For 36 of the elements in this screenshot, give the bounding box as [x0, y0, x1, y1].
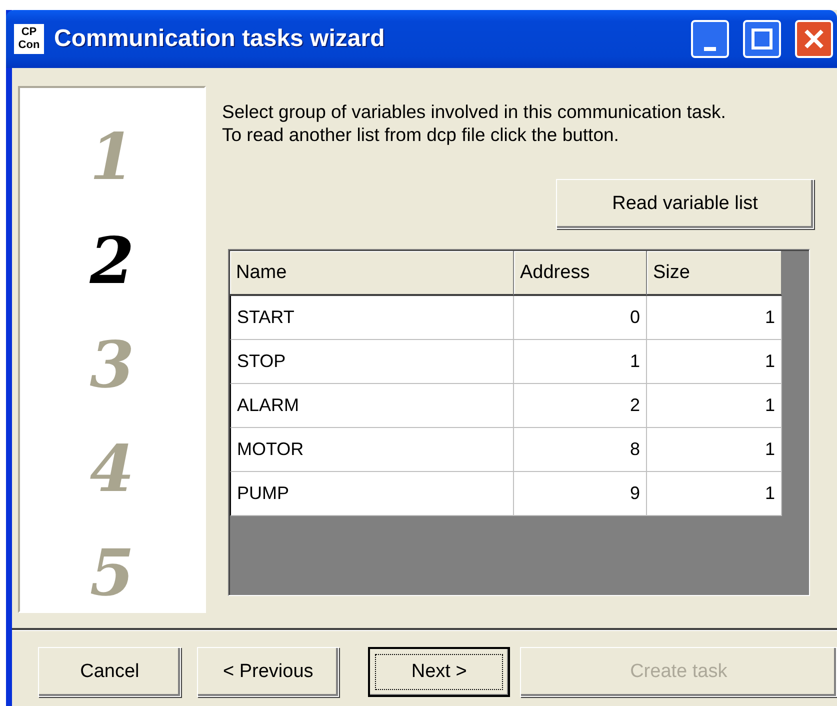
instructions-text: Select group of variables involved in this communication task. To read another list from dcp file click the button. [222, 100, 727, 146]
table-cell: 9 [514, 472, 647, 516]
step-number: 3 [90, 327, 134, 405]
table-cell: 1 [514, 340, 647, 384]
table-cell: 1 [647, 384, 782, 428]
step-number: 5 [90, 535, 134, 613]
step-number: 4 [90, 431, 134, 509]
table-cell: 1 [647, 472, 782, 516]
table-cell: 2 [514, 384, 647, 428]
column-header[interactable]: Name [230, 251, 514, 296]
column-header[interactable]: Size [647, 251, 782, 296]
table-cell: ALARM [230, 384, 514, 428]
step-number: 2 [90, 223, 134, 301]
column-header[interactable]: Address [514, 251, 647, 296]
close-button[interactable] [795, 20, 833, 58]
maximize-button[interactable] [743, 20, 781, 58]
table-cell: 8 [514, 428, 647, 472]
wizard-button[interactable]: Next > [368, 647, 510, 697]
minimize-icon [704, 47, 716, 51]
table-cell: STOP [230, 340, 514, 384]
maximize-icon [751, 28, 773, 50]
wizard-button[interactable]: Cancel [38, 647, 182, 697]
table-cell: 1 [647, 296, 782, 340]
table-cell: 1 [647, 340, 782, 384]
window-title: Communication tasks wizard [54, 25, 386, 53]
table-cell: 1 [647, 428, 782, 472]
table-cell: START [230, 296, 514, 340]
step-number: 1 [90, 119, 134, 197]
read-variable-list-button[interactable]: Read variable list [556, 179, 814, 229]
minimize-button[interactable] [691, 20, 729, 58]
table-cell: MOTOR [230, 428, 514, 472]
table-cell: PUMP [230, 472, 514, 516]
table-cell: 0 [514, 296, 647, 340]
app-icon: CP Con [14, 24, 44, 54]
wizard-button[interactable]: < Previous [197, 647, 339, 697]
close-icon [803, 28, 825, 50]
